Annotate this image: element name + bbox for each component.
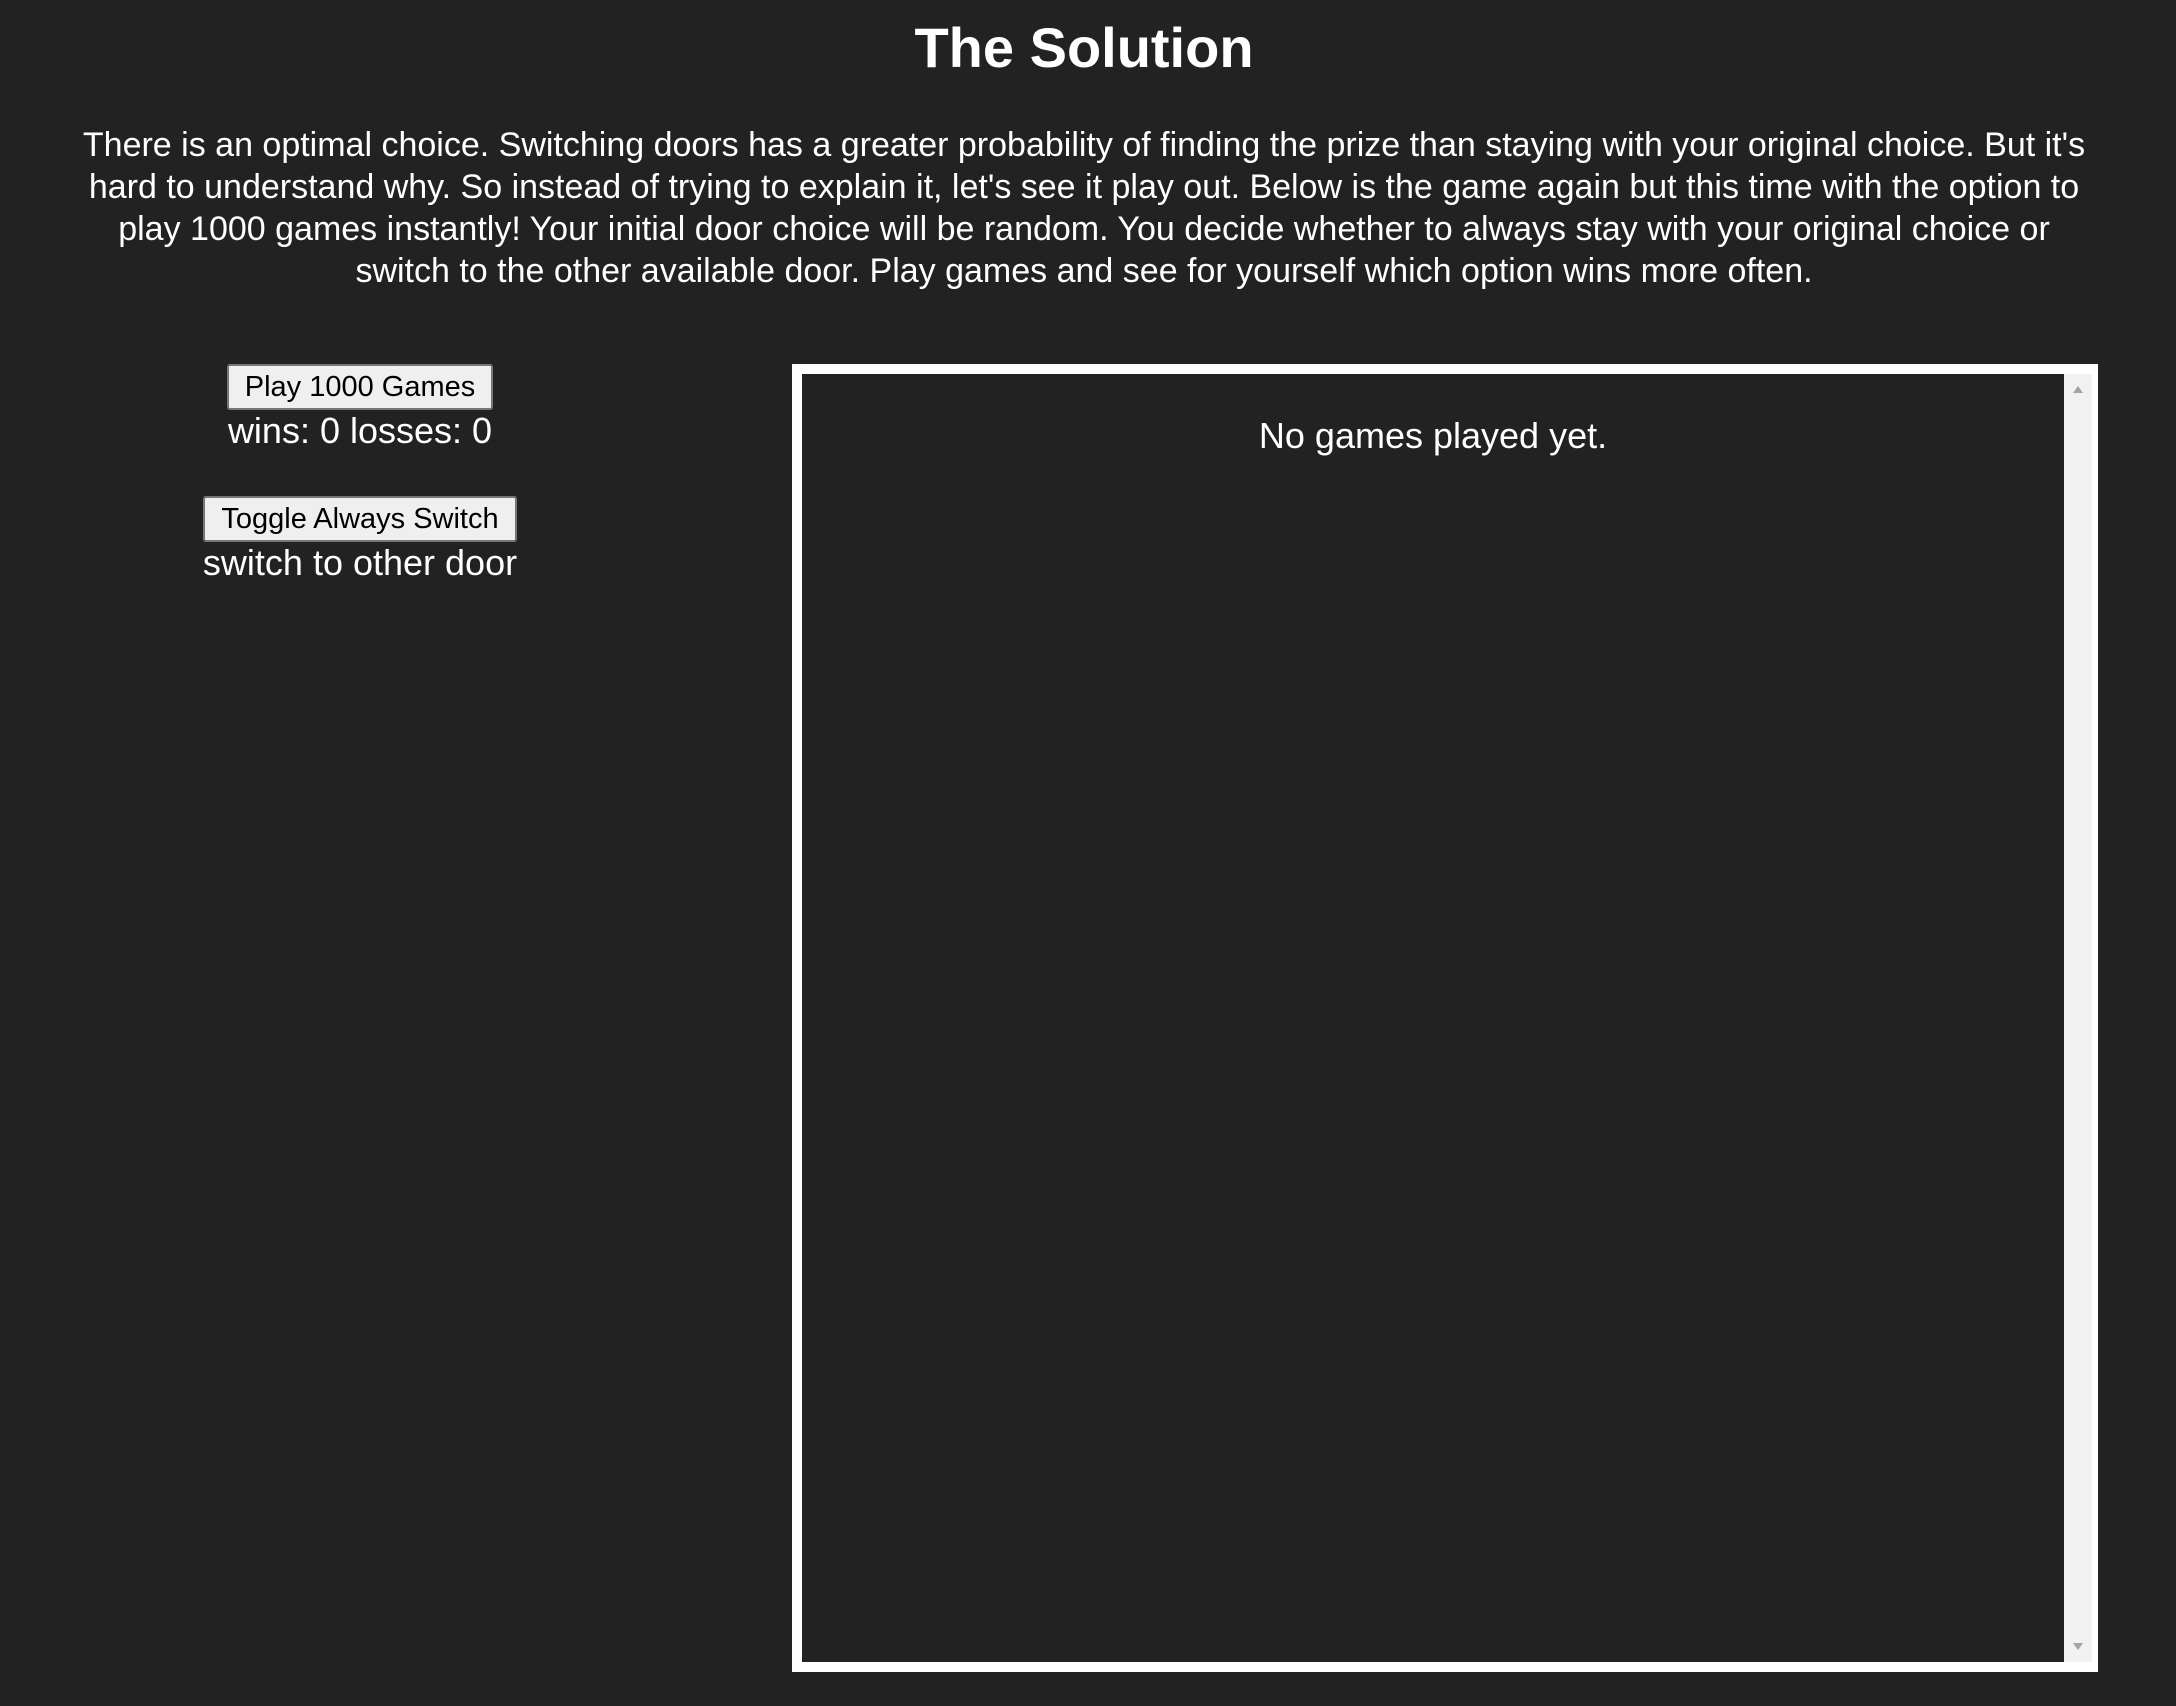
toggle-always-switch-button[interactable]: Toggle Always Switch	[203, 496, 517, 542]
mode-text: switch to other door	[202, 542, 518, 583]
results-list: No games played yet.	[802, 374, 2064, 1662]
results-scrollbar[interactable]	[2064, 374, 2092, 1662]
scroll-down-icon[interactable]	[2073, 1643, 2083, 1650]
empty-message: No games played yet.	[1258, 415, 1608, 456]
scroll-up-icon[interactable]	[2073, 386, 2083, 393]
results-panel: No games played yet.	[792, 364, 2098, 1672]
controls-panel: Play 1000 Games wins: 0 losses: 0 Toggle…	[0, 364, 720, 584]
play-1000-games-button[interactable]: Play 1000 Games	[226, 364, 494, 410]
page: The Solution There is an optimal choice.…	[0, 0, 2176, 1706]
score-text: wins: 0 losses: 0	[227, 410, 493, 451]
page-title: The Solution	[914, 16, 1254, 79]
intro-paragraph: There is an optimal choice. Switching do…	[82, 126, 2086, 290]
